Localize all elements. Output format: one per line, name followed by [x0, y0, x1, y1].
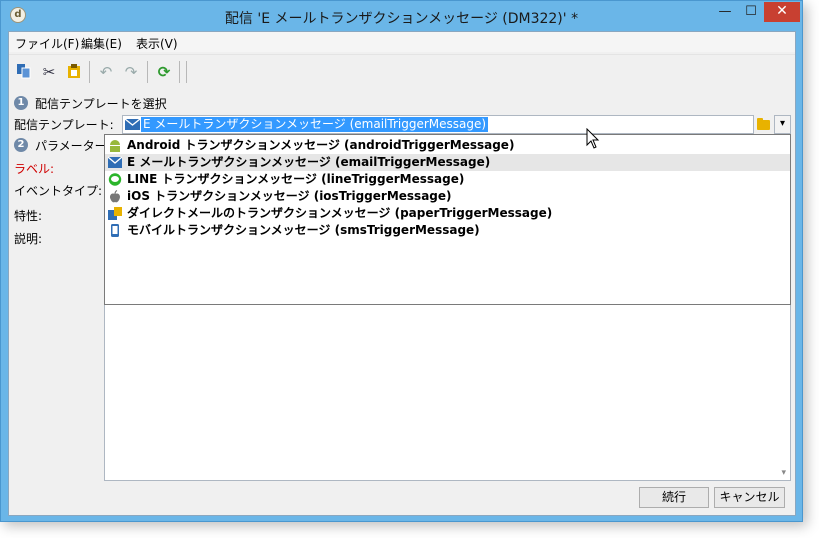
toolbar-separator [186, 61, 187, 83]
menu-edit[interactable]: 編集(E) [81, 35, 122, 52]
mouse-cursor-icon [586, 128, 600, 149]
step-2-badge: 2 [14, 138, 28, 152]
dropdown-item-direct-mail[interactable]: ダイレクトメールのトランザクションメッセージ (paperTriggerMess… [105, 205, 790, 222]
close-button[interactable]: ✕ [764, 2, 800, 22]
description-label: 説明: [14, 232, 43, 246]
line-icon [108, 173, 122, 186]
property-label: 特性: [14, 209, 43, 223]
client-area: ファイル(F) 編集(E) 表示(V) ✂ ↶ ↷ ⟳ 1 配信テンプレートを選… [8, 31, 796, 516]
event-type-label: イベントタイプ: [14, 184, 103, 198]
paste-icon[interactable] [65, 63, 83, 81]
redo-icon[interactable]: ↷ [122, 63, 140, 81]
cancel-button[interactable]: キャンセル [714, 487, 785, 508]
app-window: d 配信 'E メールトランザクションメッセージ (DM322)' * — ☐ … [0, 0, 803, 522]
toolbar-separator [89, 61, 90, 83]
template-combo-value: E メールトランザクションメッセージ (emailTriggerMessage) [141, 117, 489, 132]
dropdown-item-label: Android トランザクションメッセージ (androidTriggerMes… [127, 138, 515, 152]
toolbar-separator [179, 61, 180, 83]
dropdown-item-label: iOS トランザクションメッセージ (iosTriggerMessage) [127, 189, 452, 203]
refresh-icon[interactable]: ⟳ [155, 63, 173, 81]
minimize-button[interactable]: — [712, 2, 738, 22]
apple-icon [110, 190, 120, 203]
continue-button[interactable]: 続行 [639, 487, 709, 508]
email-icon [108, 156, 122, 168]
toolbar-separator [147, 61, 148, 83]
menu-file[interactable]: ファイル(F) [15, 35, 79, 52]
window-title: 配信 'E メールトランザクションメッセージ (DM322)' * [224, 11, 579, 27]
menu-bar: ファイル(F) 編集(E) 表示(V) [9, 32, 795, 52]
dropdown-item-android[interactable]: Android トランザクションメッセージ (androidTriggerMes… [105, 137, 790, 154]
dropdown-item-sms[interactable]: モバイルトランザクションメッセージ (smsTriggerMessage) [105, 222, 790, 239]
step-1-label: 配信テンプレートを選択 [35, 97, 167, 111]
dropdown-item-line[interactable]: LINE トランザクションメッセージ (lineTriggerMessage) [105, 171, 790, 188]
template-label: 配信テンプレート: [14, 118, 114, 132]
android-icon [110, 140, 120, 152]
email-icon [125, 119, 140, 130]
mobile-icon [111, 224, 119, 237]
dropdown-item-label: LINE トランザクションメッセージ (lineTriggerMessage) [127, 172, 465, 186]
undo-icon[interactable]: ↶ [97, 63, 115, 81]
direct-mail-icon [108, 207, 122, 220]
dropdown-arrow-button[interactable]: ▾ [774, 115, 791, 134]
toolbar: ✂ ↶ ↷ ⟳ [9, 54, 795, 88]
cut-icon[interactable]: ✂ [40, 63, 58, 81]
dropdown-item-ios[interactable]: iOS トランザクションメッセージ (iosTriggerMessage) [105, 188, 790, 205]
title-bar[interactable]: d 配信 'E メールトランザクションメッセージ (DM322)' * — ☐ … [1, 1, 802, 31]
dropdown-item-email[interactable]: E メールトランザクションメッセージ (emailTriggerMessage) [105, 154, 790, 171]
maximize-button[interactable]: ☐ [738, 2, 764, 22]
template-combo[interactable]: E メールトランザクションメッセージ (emailTriggerMessage) [122, 115, 754, 134]
dropdown-item-label: モバイルトランザクションメッセージ (smsTriggerMessage) [127, 223, 480, 237]
folder-icon[interactable] [755, 115, 773, 134]
template-dropdown-list: Android トランザクションメッセージ (androidTriggerMes… [104, 134, 791, 305]
label-field-label: ラベル: [14, 162, 55, 176]
copy-icon[interactable] [15, 63, 33, 81]
menu-view[interactable]: 表示(V) [136, 35, 178, 52]
step-1-badge: 1 [14, 96, 28, 110]
dropdown-item-label: ダイレクトメールのトランザクションメッセージ (paperTriggerMess… [127, 206, 553, 220]
parameters-panel: ▾ [104, 305, 791, 481]
dropdown-item-label: E メールトランザクションメッセージ (emailTriggerMessage) [127, 155, 491, 169]
scroll-down-arrow[interactable]: ▾ [781, 468, 786, 478]
